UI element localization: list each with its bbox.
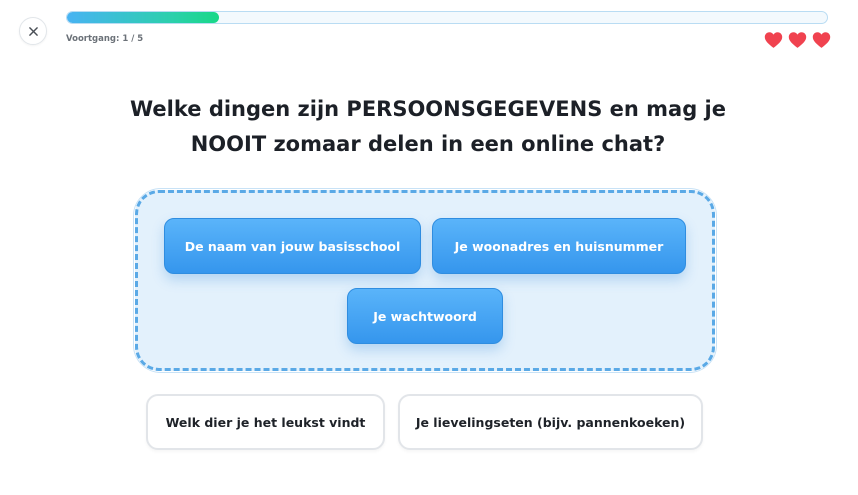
answer-drop-zone[interactable]: De naam van jouw basisschool Je woonadre… — [133, 188, 717, 373]
progress-fill — [67, 12, 219, 23]
heart-icon — [788, 32, 807, 48]
quiz-page: Voortgang: 1 / 5 Welke dingen zijn PERSO… — [0, 0, 858, 495]
progress-label: Voortgang: 1 / 5 — [66, 34, 144, 44]
close-button[interactable] — [19, 17, 47, 45]
lives — [764, 31, 831, 49]
heart-icon — [764, 32, 783, 48]
question-line-2: NOOIT zomaar delen in een online chat? — [190, 132, 666, 156]
progress-bar — [66, 11, 828, 24]
question-text: Welke dingen zijn PERSOONSGEGEVENS en ma… — [124, 92, 732, 162]
heart-icon — [812, 32, 831, 48]
answer-option-chip[interactable]: Je lievelingseten (bijv. pannenkoeken) — [398, 394, 703, 450]
selected-answer-chip[interactable]: Je wachtwoord — [347, 288, 503, 344]
selected-answer-chip[interactable]: De naam van jouw basisschool — [164, 218, 421, 274]
close-icon — [28, 26, 38, 36]
answer-option-chip[interactable]: Welk dier je het leukst vindt — [146, 394, 385, 450]
question-line-1: Welke dingen zijn PERSOONSGEGEVENS en ma… — [130, 97, 726, 121]
selected-answer-chip[interactable]: Je woonadres en huisnummer — [432, 218, 686, 274]
